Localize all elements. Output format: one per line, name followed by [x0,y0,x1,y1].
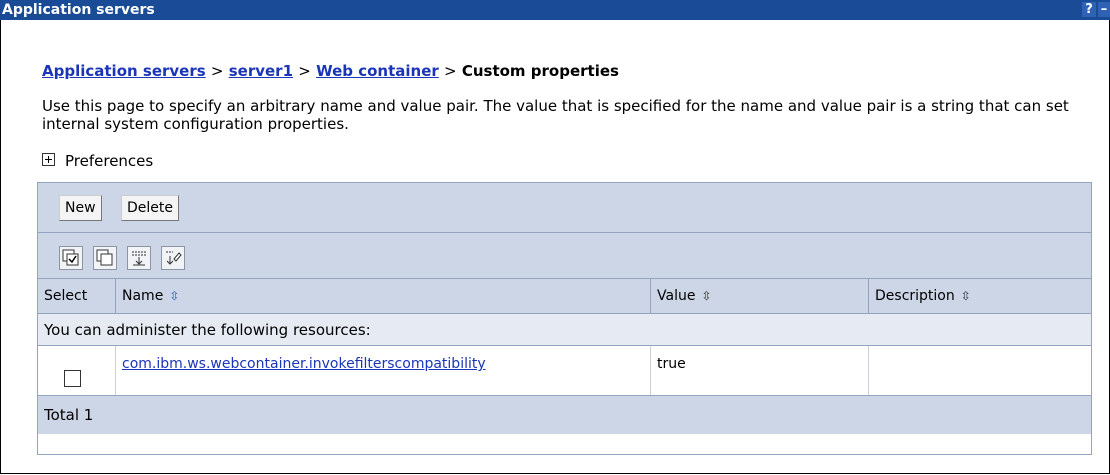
custom-properties-table: New Delete Select Name ⇳ Value ⇳ Descripti… [37,182,1092,455]
table-row: com.ibm.ws.webcontainer.invokefilterscom… [38,346,1091,396]
sort-icon[interactable]: ⇳ [701,289,711,303]
page-description: Use this page to specify an arbitrary na… [42,97,1069,133]
column-description-label: Description [875,288,955,304]
property-name-link[interactable]: com.ibm.ws.webcontainer.invokefilterscom… [122,356,486,372]
column-header-select: Select [38,279,116,313]
resources-note: You can administer the following resourc… [38,314,1091,346]
value-cell: true [651,346,869,395]
window-title: Application servers [2,2,155,18]
breadcrumb-link-application-servers[interactable]: Application servers [42,62,206,80]
delete-button[interactable]: Delete [121,195,179,221]
column-header-description[interactable]: Description ⇳ [869,279,1091,313]
button-toolbar: New Delete [38,183,1091,233]
name-cell: com.ibm.ws.webcontainer.invokefilterscom… [116,346,651,395]
preferences-label: Preferences [65,152,154,170]
select-cell [38,346,116,395]
column-name-label: Name [122,288,164,304]
sort-icon[interactable]: ⇳ [961,289,971,303]
description-cell [869,346,1091,395]
column-value-label: Value [657,288,696,304]
breadcrumb-separator: > [444,62,457,80]
plus-expand-icon [42,153,55,166]
new-button[interactable]: New [59,195,102,221]
column-header-value[interactable]: Value ⇳ [651,279,869,313]
preferences-toggle[interactable]: Preferences [42,152,153,170]
breadcrumb-link-web-container[interactable]: Web container [316,62,439,80]
minimize-button[interactable]: – [1098,2,1110,17]
breadcrumb-current: Custom properties [461,62,619,80]
table-header: Select Name ⇳ Value ⇳ Description ⇳ [38,279,1091,314]
breadcrumb-link-server1[interactable]: server1 [229,62,293,80]
help-button[interactable]: ? [1082,2,1096,17]
property-value: true [657,356,686,372]
column-header-name[interactable]: Name ⇳ [116,279,651,313]
breadcrumb-separator: > [298,62,311,80]
breadcrumb-separator: > [210,62,224,80]
breadcrumb: Application servers > server1 > Web cont… [42,62,619,80]
show-filter-icon[interactable] [127,246,151,270]
select-all-icon[interactable] [59,246,83,270]
title-bar: Application servers ? – [0,0,1110,20]
row-select-checkbox[interactable] [64,370,81,387]
table-total: Total 1 [38,396,1091,434]
deselect-all-icon[interactable] [93,246,117,270]
sort-icon[interactable]: ⇳ [169,289,179,303]
icon-toolbar [38,233,1091,279]
clear-filter-icon[interactable] [161,246,185,270]
